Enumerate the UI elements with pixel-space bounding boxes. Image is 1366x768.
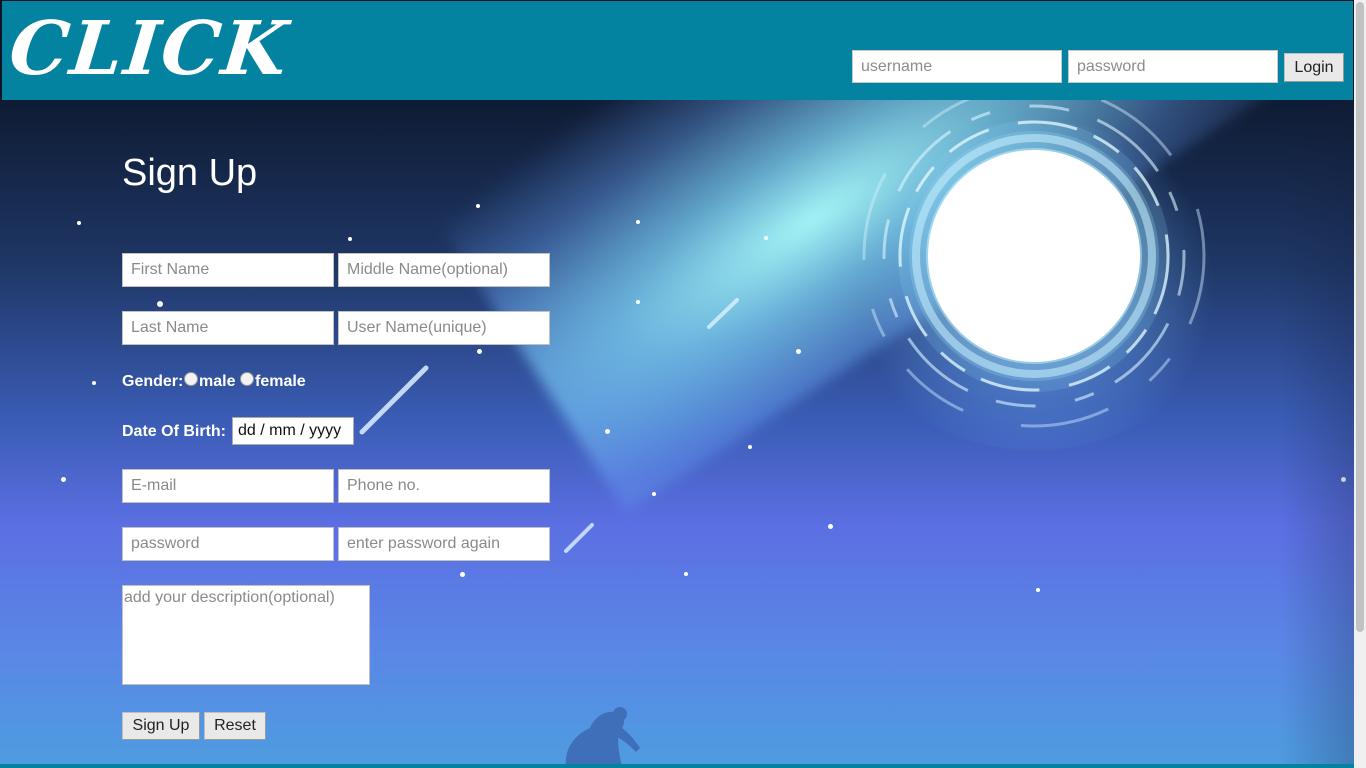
star bbox=[157, 301, 163, 307]
gender-label: Gender: bbox=[122, 373, 184, 390]
password-confirm-input[interactable] bbox=[338, 527, 550, 561]
star bbox=[92, 381, 96, 385]
site-logo[interactable]: CLICK bbox=[5, 5, 293, 93]
email-input[interactable] bbox=[122, 469, 334, 503]
star bbox=[652, 492, 656, 496]
star bbox=[477, 349, 482, 354]
sign-up-button[interactable]: Sign Up bbox=[122, 712, 200, 740]
user-name-input[interactable] bbox=[338, 311, 550, 345]
gender-female-radio[interactable] bbox=[240, 372, 254, 386]
star bbox=[476, 204, 480, 208]
star bbox=[61, 477, 66, 482]
star bbox=[1036, 588, 1040, 592]
star bbox=[764, 236, 768, 240]
cyclist-silhouette-icon bbox=[565, 707, 640, 764]
page-title: Sign Up bbox=[122, 152, 258, 194]
star bbox=[684, 572, 688, 576]
right-shade bbox=[1280, 100, 1354, 764]
star bbox=[748, 445, 752, 449]
dob-label: Date Of Birth: bbox=[122, 423, 226, 440]
moon-illustration bbox=[862, 100, 1206, 428]
star bbox=[605, 429, 610, 434]
header-username-input[interactable] bbox=[852, 50, 1062, 83]
login-button[interactable]: Login bbox=[1284, 53, 1344, 82]
header-password-input[interactable] bbox=[1068, 50, 1278, 83]
star bbox=[348, 237, 352, 241]
gender-male-radio[interactable] bbox=[184, 372, 198, 386]
star bbox=[796, 349, 801, 354]
last-name-input[interactable] bbox=[122, 311, 334, 345]
star bbox=[77, 221, 81, 225]
footer-bar bbox=[0, 764, 1354, 768]
phone-input[interactable] bbox=[338, 469, 550, 503]
gender-female-label: female bbox=[255, 373, 306, 390]
page-scrollbar[interactable] bbox=[1354, 0, 1366, 768]
star bbox=[460, 572, 465, 577]
middle-name-input[interactable] bbox=[338, 253, 550, 287]
star bbox=[636, 300, 640, 304]
gender-male-label: male bbox=[199, 373, 236, 390]
reset-button[interactable]: Reset bbox=[204, 712, 266, 740]
scrollbar-thumb[interactable] bbox=[1356, 2, 1364, 632]
star bbox=[636, 220, 640, 224]
first-name-input[interactable] bbox=[122, 253, 334, 287]
dob-date-input[interactable]: dd / mm / yyyy bbox=[232, 417, 354, 445]
password-input[interactable] bbox=[122, 527, 334, 561]
star bbox=[828, 524, 833, 529]
description-textarea[interactable] bbox=[122, 585, 370, 685]
